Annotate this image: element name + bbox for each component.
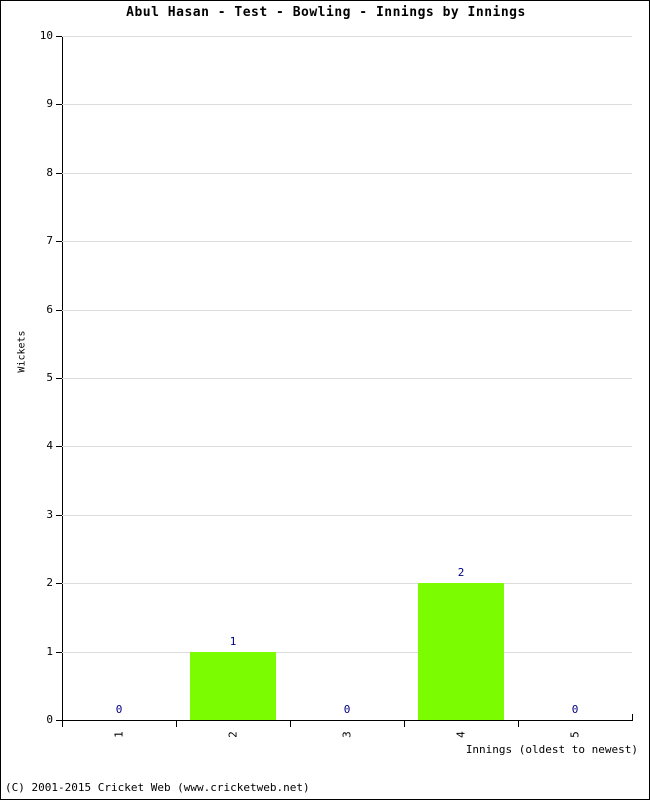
y-axis-tick xyxy=(56,651,62,653)
y-axis-tick xyxy=(56,378,62,379)
y-axis-label: 6 xyxy=(46,302,53,316)
gridline xyxy=(62,378,632,379)
y-axis-tick xyxy=(56,446,62,448)
y-axis-tick xyxy=(56,172,62,174)
gridline xyxy=(62,583,632,585)
y-axis-label: 10 xyxy=(39,29,53,42)
gridline xyxy=(62,172,632,174)
y-axis-tick xyxy=(56,241,62,243)
x-axis-line xyxy=(62,720,633,721)
gridline xyxy=(62,241,632,243)
gridline xyxy=(62,36,632,37)
x-axis-tick xyxy=(518,721,519,727)
chart-title: Abul Hasan - Test - Bowling - Innings by… xyxy=(126,5,526,20)
y-axis-tick xyxy=(56,583,62,585)
y-axis-label: 9 xyxy=(46,97,53,111)
y-axis-tick xyxy=(56,514,62,516)
x-axis-title: Innings (oldest to newest) xyxy=(465,743,638,756)
gridline xyxy=(62,104,632,106)
x-axis-tick xyxy=(290,721,291,727)
copyright-footer: (C) 2001-2015 Cricket Web (www.cricketwe… xyxy=(5,781,310,794)
y-axis-label: 1 xyxy=(46,644,53,658)
y-axis-label: 7 xyxy=(46,234,53,248)
plot-area xyxy=(62,36,632,720)
y-axis-label: 4 xyxy=(46,439,53,453)
gridline xyxy=(62,514,632,516)
y-axis-label: 2 xyxy=(46,576,53,590)
x-axis-right-cap xyxy=(632,714,633,721)
bowling-innings-chart: Abul Hasan - Test - Bowling - Innings by… xyxy=(0,0,650,800)
bar-value-label: 2 xyxy=(457,566,465,580)
gridline xyxy=(62,309,632,311)
y-axis-label: 3 xyxy=(46,507,53,521)
bar-value-label: 1 xyxy=(229,634,237,648)
gridline xyxy=(62,446,632,448)
x-axis-tick xyxy=(404,721,405,727)
bar[interactable] xyxy=(189,651,277,720)
x-axis-tick xyxy=(62,721,63,727)
y-axis-tick xyxy=(56,309,62,311)
y-axis-tick xyxy=(56,36,62,37)
bar-value-label: 0 xyxy=(571,703,579,716)
y-axis-label: 5 xyxy=(46,371,53,384)
bar-value-label: 0 xyxy=(343,703,351,716)
y-axis-label: 8 xyxy=(46,165,53,179)
y-axis-tick xyxy=(56,104,62,106)
x-axis-tick xyxy=(176,721,177,727)
bar-value-label: 0 xyxy=(115,703,123,716)
y-axis-label: 0 xyxy=(46,713,53,726)
bar[interactable] xyxy=(417,583,505,720)
gridline xyxy=(62,651,632,653)
